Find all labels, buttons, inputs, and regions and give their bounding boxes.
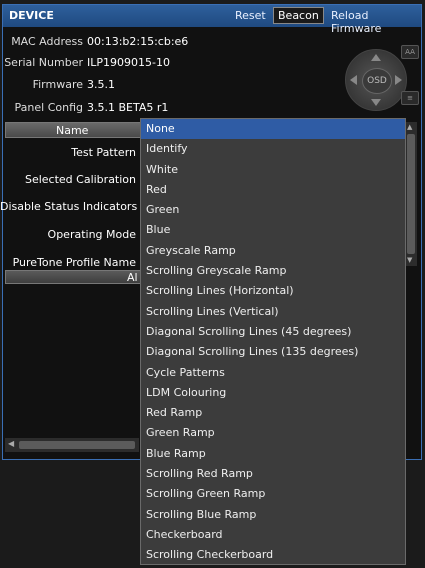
scroll-down-icon[interactable]: ▼ xyxy=(407,256,412,264)
beacon-button[interactable]: Beacon xyxy=(273,7,324,24)
horizontal-scrollbar[interactable]: ◀ xyxy=(5,438,139,452)
scroll-left-icon[interactable]: ◀ xyxy=(8,439,14,448)
dpad-up-icon[interactable] xyxy=(371,54,381,61)
dropdown-option[interactable]: LDM Colouring xyxy=(141,383,405,403)
dropdown-option[interactable]: Blue Ramp xyxy=(141,444,405,464)
info-label: Firmware xyxy=(32,78,83,91)
info-row-mac: MAC Address 00:13:b2:15:cb:e6 xyxy=(3,35,188,51)
osd-button[interactable]: OSD xyxy=(362,68,392,94)
dropdown-option[interactable]: Green xyxy=(141,200,405,220)
dropdown-option[interactable]: White xyxy=(141,160,405,180)
property-row[interactable]: Selected Calibration xyxy=(0,173,136,189)
app-window: DEVICE Reset Beacon Reload Firmware MAC … xyxy=(0,0,425,568)
dropdown-option[interactable]: Scrolling Green Ramp xyxy=(141,484,405,504)
scrollbar-thumb[interactable] xyxy=(407,134,415,254)
info-value: 3.5.1 xyxy=(87,78,115,91)
menu-icon[interactable]: ≡ xyxy=(401,91,419,105)
vertical-scrollbar[interactable]: ▲ ▼ xyxy=(405,122,417,266)
info-row-firmware: Firmware 3.5.1 xyxy=(3,78,115,94)
test-pattern-dropdown[interactable]: None Identify White Red Green Blue Greys… xyxy=(140,118,406,565)
footer-label: Al xyxy=(127,271,138,284)
dropdown-option[interactable]: Scrolling Checkerboard xyxy=(141,545,405,564)
panel-header: DEVICE Reset Beacon Reload Firmware xyxy=(3,5,421,35)
name-column-header: Name xyxy=(56,124,89,137)
dropdown-option-selected[interactable]: None xyxy=(141,119,405,140)
dropdown-option[interactable]: Red Ramp xyxy=(141,403,405,423)
panel-title: DEVICE xyxy=(9,9,54,22)
dpad-right-icon[interactable] xyxy=(395,75,402,85)
scrollbar-thumb[interactable] xyxy=(19,441,135,449)
dropdown-option[interactable]: Blue xyxy=(141,220,405,240)
dropdown-option[interactable]: Scrolling Lines (Vertical) xyxy=(141,302,405,322)
property-row[interactable]: Disable Status Indicators xyxy=(0,200,137,216)
info-label: MAC Address xyxy=(11,35,83,48)
dropdown-option[interactable]: Red xyxy=(141,180,405,200)
osd-dpad[interactable]: OSD xyxy=(345,49,407,111)
property-row[interactable]: Operating Mode xyxy=(0,228,136,244)
dropdown-option[interactable]: Scrolling Red Ramp xyxy=(141,464,405,484)
info-value: ILP1909015-10 xyxy=(87,56,170,69)
dropdown-option[interactable]: Scrolling Greyscale Ramp xyxy=(141,261,405,281)
info-value: 3.5.1 BETA5 r1 xyxy=(87,101,169,114)
info-row-panel-config: Panel Config 3.5.1 BETA5 r1 xyxy=(3,101,169,117)
dropdown-option[interactable]: Cycle Patterns xyxy=(141,363,405,383)
dropdown-option[interactable]: Diagonal Scrolling Lines (45 degrees) xyxy=(141,322,405,342)
info-row-serial: Serial Number ILP1909015-10 xyxy=(3,56,170,72)
reset-button[interactable]: Reset xyxy=(235,9,266,22)
dropdown-option[interactable]: Green Ramp xyxy=(141,423,405,443)
scroll-up-icon[interactable]: ▲ xyxy=(407,123,412,131)
dropdown-option[interactable]: Scrolling Lines (Horizontal) xyxy=(141,281,405,301)
dropdown-option[interactable]: Identify xyxy=(141,139,405,159)
dpad-down-icon[interactable] xyxy=(371,99,381,106)
dropdown-option[interactable]: Scrolling Blue Ramp xyxy=(141,505,405,525)
dropdown-option[interactable]: Diagonal Scrolling Lines (135 degrees) xyxy=(141,342,405,362)
dropdown-option[interactable]: Checkerboard xyxy=(141,525,405,545)
reload-firmware-button[interactable]: Reload Firmware xyxy=(331,9,421,35)
dropdown-option[interactable]: Greyscale Ramp xyxy=(141,241,405,261)
info-label: Panel Config xyxy=(14,101,83,114)
info-label: Serial Number xyxy=(4,56,83,69)
font-size-icon[interactable]: AA xyxy=(401,45,419,59)
dpad-left-icon[interactable] xyxy=(350,75,357,85)
info-value: 00:13:b2:15:cb:e6 xyxy=(87,35,189,48)
property-row[interactable]: Test Pattern xyxy=(0,146,136,162)
